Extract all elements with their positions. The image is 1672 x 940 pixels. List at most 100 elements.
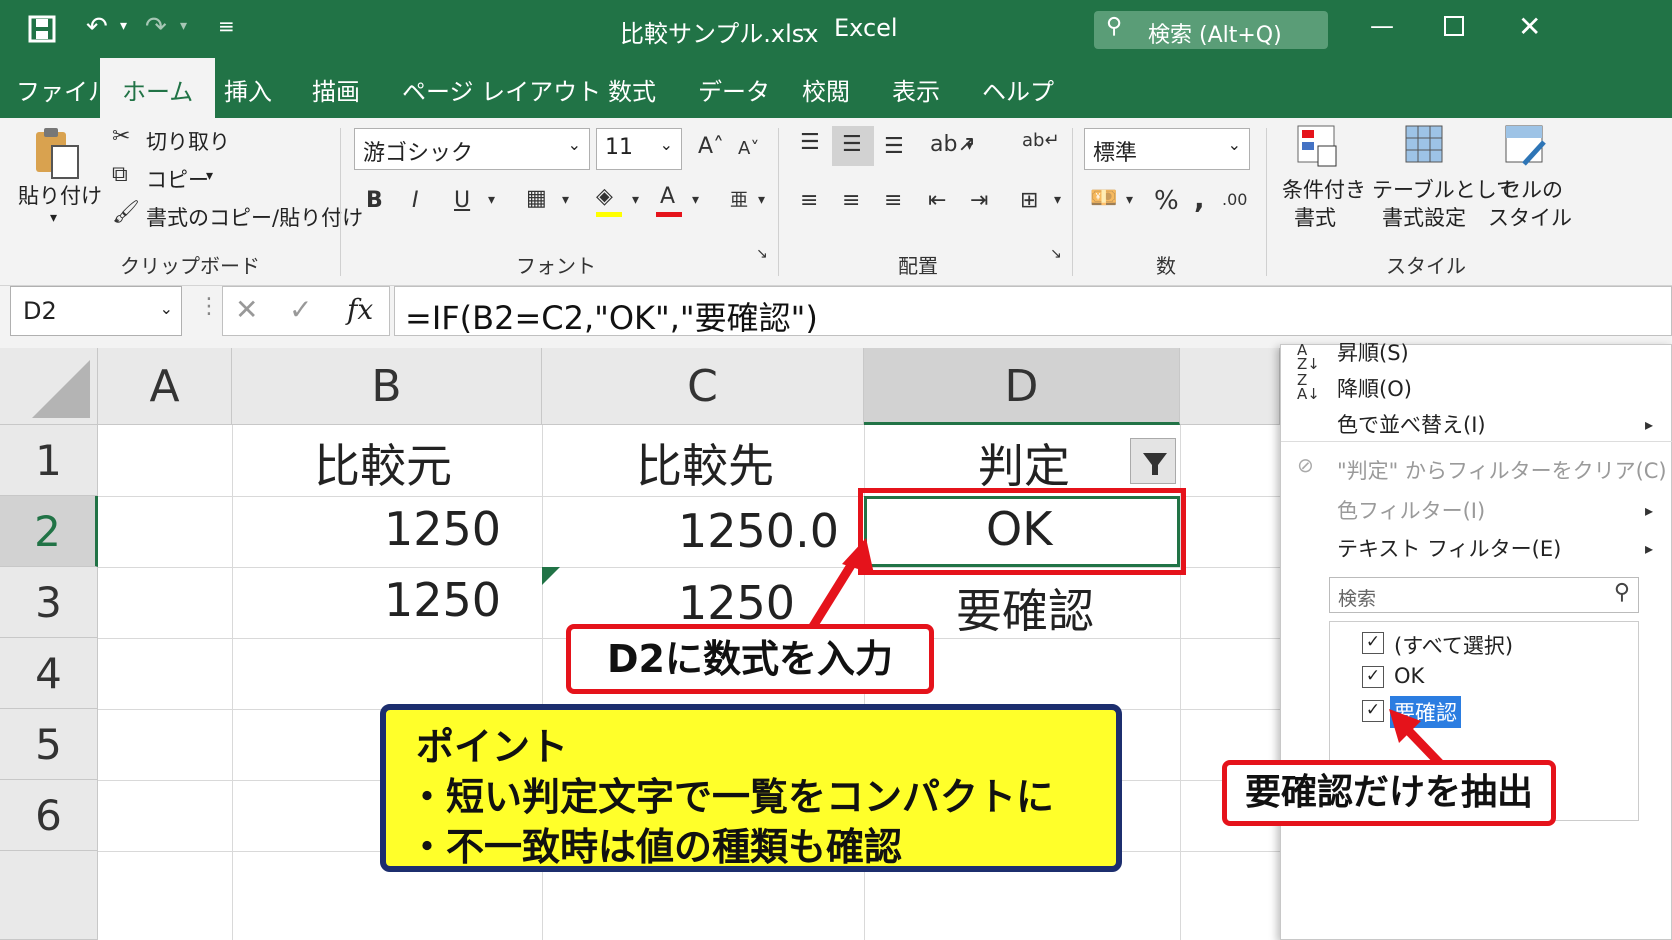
font-name-select[interactable]: 游ゴシック ⌄ [354,128,590,170]
cell-styles-line1[interactable]: セルの [1500,174,1563,204]
customize-quick-access-icon[interactable]: ≡ [218,14,235,38]
format-as-table-line1[interactable]: テーブルとして [1372,174,1517,204]
close-icon[interactable]: ✕ [1518,10,1541,43]
maximize-icon[interactable] [1444,16,1464,36]
tab-review[interactable]: 校閲 [802,72,850,107]
sort-asc-item[interactable]: 昇順(S) [1337,337,1409,367]
percent-icon[interactable]: % [1154,186,1179,216]
align-right-icon[interactable]: ≡ [884,188,902,213]
ok-label[interactable]: OK [1394,664,1424,688]
cell-d3[interactable]: 要確認 [956,575,1094,641]
undo-icon[interactable]: ↶ [86,12,108,42]
name-box[interactable]: D2 ⌄ [10,286,182,336]
format-as-table-line2[interactable]: 書式設定 [1382,202,1466,232]
decrease-indent-icon[interactable]: ⇤ [928,188,946,213]
paste-icon[interactable] [32,126,80,180]
phonetic-icon[interactable]: 亜 [730,186,748,212]
fill-color-icon[interactable]: ◈ [596,184,613,209]
enter-icon[interactable]: ✓ [289,293,312,326]
comma-style-icon[interactable]: , [1194,182,1205,215]
select-all-checkbox[interactable]: ✓ [1362,632,1384,654]
copy-dropdown-icon[interactable]: ▾ [206,168,213,184]
color-filter-item[interactable]: 色フィルター(I) [1337,495,1485,525]
row-header-2[interactable]: 2 [0,496,98,567]
format-as-table-icon[interactable] [1404,124,1448,168]
currency-icon[interactable]: 💴 [1090,186,1117,211]
increase-font-icon[interactable]: A˄ [698,134,724,159]
wrap-text-icon[interactable]: ab↵ [1022,130,1060,151]
error-indicator-icon[interactable] [542,567,560,585]
column-header-a[interactable]: A [98,348,232,425]
text-filter-item[interactable]: テキスト フィルター(E) [1337,533,1561,563]
column-header-c[interactable]: C [542,348,864,425]
cell-b3[interactable]: 1250 [384,573,501,627]
formula-input[interactable]: =IF(B2=C2,"OK","要確認") [394,286,1672,337]
font-size-select[interactable]: 11 ⌄ [596,128,682,170]
tab-home[interactable]: ホーム [100,58,216,118]
copy-button[interactable]: コピー [146,164,209,194]
undo-dropdown-icon[interactable]: ▾ [120,18,127,34]
redo-dropdown-icon[interactable]: ▾ [180,18,187,34]
tab-draw[interactable]: 描画 [312,72,360,107]
decimal-icon[interactable]: .00 [1222,190,1247,209]
ok-checkbox[interactable]: ✓ [1362,666,1384,688]
tab-help[interactable]: ヘルプ [982,72,1054,107]
column-header-b[interactable]: B [232,348,542,425]
paste-dropdown-icon[interactable]: ▾ [50,210,57,226]
cell-styles-line2[interactable]: スタイル [1488,202,1572,232]
insert-function-button[interactable]: fx [347,293,373,326]
tab-page-layout[interactable]: ページ レイアウト [402,72,601,107]
phonetic-dropdown-icon[interactable]: ▾ [758,192,765,208]
cell-b1[interactable]: 比較元 [314,430,452,496]
tab-formulas[interactable]: 数式 [608,72,656,107]
row-header-6[interactable]: 6 [0,780,98,851]
row-header-3[interactable]: 3 [0,567,98,638]
orientation-dropdown-icon[interactable]: ▾ [966,138,973,154]
tab-data[interactable]: データ [698,72,770,107]
tab-insert[interactable]: 挿入 [224,72,272,107]
underline-dropdown-icon[interactable]: ▾ [488,192,495,208]
increase-indent-icon[interactable]: ⇥ [970,188,988,213]
borders-icon[interactable]: ▦ [526,186,547,211]
italic-button[interactable]: I [412,188,419,213]
cell-styles-icon[interactable] [1504,124,1548,168]
cut-button[interactable]: 切り取り [146,126,230,156]
sort-desc-item[interactable]: 降順(O) [1337,373,1412,403]
number-format-select[interactable]: 標準 ⌄ [1084,128,1250,170]
select-all-button[interactable] [0,348,98,425]
fill-color-dropdown-icon[interactable]: ▾ [632,192,639,208]
row-header-1[interactable]: 1 [0,425,98,496]
tab-file[interactable]: ファイル [16,72,112,107]
align-top-icon[interactable]: ☰ [800,130,820,155]
redo-icon[interactable]: ↷ [145,12,167,42]
format-painter-button[interactable]: 書式のコピー/貼り付け [146,202,363,232]
row-header-5[interactable]: 5 [0,709,98,780]
underline-button[interactable]: U [454,188,470,213]
clear-filter-item[interactable]: "判定" からフィルターをクリア(C) [1337,455,1667,485]
font-color-icon[interactable]: A [660,184,675,209]
formula-bar-grip-icon[interactable]: ⋮ [198,294,220,319]
column-header-d[interactable]: D [864,348,1180,425]
align-left-icon[interactable]: ≡ [800,188,818,213]
row-header-4[interactable]: 4 [0,638,98,709]
column-header-e[interactable] [1180,348,1280,425]
align-center-icon[interactable]: ≡ [842,188,860,213]
conditional-format-icon[interactable] [1296,124,1340,168]
merge-dropdown-icon[interactable]: ▾ [1054,192,1061,208]
conditional-format-line1[interactable]: 条件付き [1282,174,1366,204]
bold-button[interactable]: B [366,188,383,213]
align-bottom-icon[interactable]: ☰ [884,134,904,159]
tab-view[interactable]: 表示 [892,72,940,107]
cell-c3[interactable]: 1250 [678,576,795,630]
conditional-format-line2[interactable]: 書式 [1294,202,1336,232]
align-middle-button[interactable]: ☰ [832,126,874,166]
borders-dropdown-icon[interactable]: ▾ [562,192,569,208]
search-box[interactable]: ⚲ 検索 (Alt+Q) [1094,11,1328,49]
minimize-icon[interactable]: — [1370,12,1394,40]
font-dialog-launcher-icon[interactable]: ↘ [756,246,768,262]
cell-b2[interactable]: 1250 [384,502,501,556]
cell-c1[interactable]: 比較先 [636,430,774,496]
row-header-7[interactable] [0,851,98,940]
filter-dropdown-button[interactable] [1130,438,1176,484]
filter-search-input[interactable]: 検索 ⚲ [1329,577,1639,613]
